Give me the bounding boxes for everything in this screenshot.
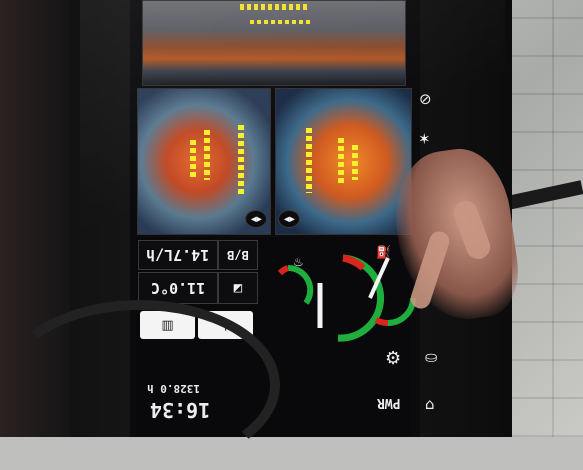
left-guide-line-2: [204, 130, 210, 180]
left-guide-line-3: [238, 125, 244, 195]
right-guide-line-2: [338, 138, 344, 183]
lock-icon[interactable]: ⌂: [425, 395, 435, 413]
fuel-mode-cell[interactable]: B/B: [218, 240, 258, 270]
top-distance-markers: [240, 4, 310, 10]
fuel-mode-badge: B/B: [227, 248, 249, 262]
left-gauge-red-zone: [277, 265, 290, 276]
coolant-icon: ♨: [293, 255, 304, 269]
top-distance-markers-lower: [250, 20, 310, 24]
gauge-cluster: ♨ ⛽: [277, 245, 416, 342]
thermometer-icon: ◩: [233, 280, 243, 296]
power-mode-label[interactable]: PWR: [377, 395, 400, 410]
rear-camera-view[interactable]: [142, 0, 406, 86]
work-light-icon[interactable]: ✶: [418, 130, 431, 148]
right-guide-line-3: [352, 145, 358, 180]
camera-toggle-left[interactable]: ◀▶: [245, 210, 267, 228]
right-gauge-arc: [387, 297, 416, 326]
fuel-rate-cell: 14.7L/h: [138, 240, 218, 270]
temperature-value: 11.0°C: [150, 279, 206, 297]
center-gauge-arc: [337, 254, 384, 342]
right-guide-line-1: [306, 128, 312, 193]
cable: [0, 300, 280, 470]
camera-toggle-right[interactable]: ◀▶: [278, 210, 300, 228]
fuel-icon: ⛽: [376, 245, 391, 259]
fuel-rate-value: 14.7L/h: [146, 246, 210, 264]
wiper-icon[interactable]: ⊘: [419, 90, 432, 108]
right-gauge-red-zone: [374, 317, 389, 327]
left-gauge-arc: [287, 264, 314, 305]
oil-can-icon: ⛀: [425, 348, 438, 366]
temperature-cell: 11.0°C: [138, 272, 218, 304]
engine-icon: ⚙: [385, 348, 402, 369]
left-guide-line-1: [190, 140, 196, 180]
temperature-icon-cell: ◩: [218, 272, 258, 304]
